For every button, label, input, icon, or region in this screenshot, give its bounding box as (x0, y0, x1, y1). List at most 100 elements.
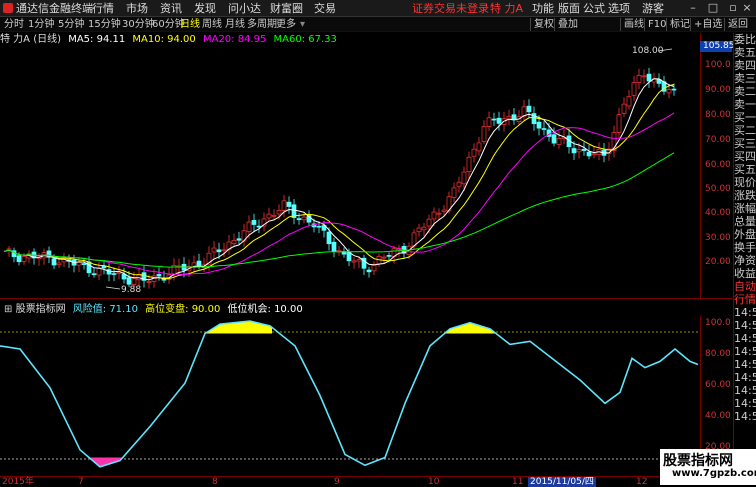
side-panel-item[interactable]: 14:56 (734, 332, 756, 345)
menu-wealth-circle[interactable]: 财富圈 (270, 1, 303, 16)
period-monthly[interactable]: 月线 (225, 17, 245, 32)
candlestick-chart[interactable]: 108.00 9.88 (0, 33, 700, 298)
candle-body (631, 82, 637, 96)
candle-body (441, 209, 447, 212)
candle-body (126, 277, 132, 285)
side-panel-item[interactable]: 14:56 (734, 358, 756, 371)
candle-body (271, 214, 277, 217)
adjust-price-button[interactable]: 复权 (530, 18, 554, 31)
quote-side-panel: 委比 卖五 卖四 卖三 卖二 卖一 买一 买二 买三 买四 买五 现价 涨跌 涨幅 总量 外盘 换手 净资 收益 自动… (733, 33, 756, 476)
side-panel-item[interactable]: 买一 (734, 111, 756, 124)
menu-market[interactable]: 市场 (126, 1, 148, 16)
side-panel-item[interactable]: 涨幅 (734, 202, 756, 215)
side-panel-item[interactable]: 净资 (734, 254, 756, 267)
period-multi[interactable]: 多周期 (247, 17, 277, 32)
menu-news[interactable]: 资讯 (160, 1, 182, 16)
menu-market-quotes[interactable]: 行情 (92, 1, 114, 16)
period-15min[interactable]: 15分钟 (88, 17, 121, 32)
side-panel-item[interactable]: 14:56 (734, 371, 756, 384)
draw-line-button[interactable]: 画线 (620, 18, 644, 31)
period-daily[interactable]: 日线 (180, 17, 200, 32)
maximize-icon[interactable]: □ (704, 0, 722, 16)
add-watchlist-button[interactable]: +自选 (690, 18, 722, 31)
candle-body (316, 225, 322, 228)
menu-options[interactable]: 选项 (608, 1, 630, 16)
side-panel-item[interactable]: 现价 (734, 176, 756, 189)
candle-body (466, 156, 472, 172)
side-panel-item[interactable]: 14:56 (734, 306, 756, 319)
watermark-url: www.7gpzb.com (672, 468, 756, 479)
risk-value-line (0, 320, 699, 468)
high-change-label: 高位变盘: 90.00 (145, 304, 221, 315)
menu-layout[interactable]: 版面 (558, 1, 580, 16)
menu-trade[interactable]: 交易 (314, 1, 336, 16)
side-panel-item[interactable]: 买四 (734, 150, 756, 163)
cursor-date-label: 2015/11/05/四 (528, 477, 596, 487)
candle-body (671, 88, 677, 91)
period-5min[interactable]: 5分钟 (58, 17, 84, 32)
indicator-tick: 100.0 (705, 318, 731, 328)
period-tick-chart[interactable]: 分时 (4, 17, 24, 32)
side-panel-item[interactable]: 卖四 (734, 59, 756, 72)
close-icon[interactable]: × (738, 0, 756, 16)
menu-ask-xiaoda[interactable]: 问小达 (228, 1, 261, 16)
f10-button[interactable]: F10 (644, 18, 666, 31)
side-panel-item[interactable]: 买五 (734, 163, 756, 176)
side-panel-item[interactable]: 14:56 (734, 397, 756, 410)
period-weekly[interactable]: 周线 (202, 17, 222, 32)
side-panel-item[interactable]: 行情 (734, 293, 756, 306)
minimize-icon[interactable]: – (684, 0, 702, 16)
candle-body (591, 153, 597, 156)
candle-body (116, 271, 122, 274)
side-panel-item[interactable]: 委比 (734, 33, 756, 46)
side-panel-item[interactable]: 外盘 (734, 228, 756, 241)
candle-body (426, 218, 432, 227)
side-panel-item[interactable]: 卖三 (734, 72, 756, 85)
side-panel-item[interactable]: 卖二 (734, 85, 756, 98)
side-panel-item[interactable]: 14:56 (734, 410, 756, 423)
indicator-chart[interactable] (0, 316, 700, 476)
side-panel-item[interactable]: 自动 (734, 280, 756, 293)
side-panel-item[interactable]: 14:56 (734, 384, 756, 397)
candle-body (526, 105, 532, 113)
side-panel-item[interactable]: 14:56 (734, 319, 756, 332)
candle-body (351, 260, 357, 263)
menu-formula[interactable]: 公式 (583, 1, 605, 16)
user-label[interactable]: 游客 (642, 1, 664, 16)
period-30min[interactable]: 30分钟 (122, 17, 155, 32)
side-panel-item[interactable]: 买三 (734, 137, 756, 150)
candle-body (16, 255, 22, 263)
indicator-collapse-icon[interactable]: ⊞ (4, 304, 12, 315)
side-panel-item[interactable]: 卖五 (734, 46, 756, 59)
candle-body (76, 261, 82, 266)
candle-body (456, 181, 462, 187)
price-tick: 40.00 (705, 208, 731, 218)
indicator-tick: 40.00 (705, 411, 731, 421)
period-1min[interactable]: 1分钟 (28, 17, 54, 32)
candle-body (146, 280, 152, 283)
menu-discover[interactable]: 发现 (194, 1, 216, 16)
candle-body (616, 114, 622, 133)
chevron-down-icon[interactable]: ▾ (300, 17, 305, 32)
candle-body (411, 232, 417, 247)
candle-body (101, 265, 107, 269)
candle-body (211, 247, 217, 253)
side-panel-item[interactable]: 换手 (734, 241, 756, 254)
period-more[interactable]: 更多 (276, 17, 296, 32)
menu-functions[interactable]: 功能 (532, 1, 554, 16)
side-panel-item[interactable]: 涨跌 (734, 189, 756, 202)
side-panel-item[interactable]: 收益 (734, 267, 756, 280)
price-tick: 60.00 (705, 160, 731, 170)
back-button[interactable]: 返回 (724, 18, 748, 31)
overlay-button[interactable]: 叠加 (554, 18, 578, 31)
side-panel-item[interactable]: 卖一 (734, 98, 756, 111)
login-status-alert[interactable]: 证券交易未登录 (412, 1, 489, 16)
side-panel-item[interactable]: 14:56 (734, 345, 756, 358)
candle-body (461, 171, 467, 185)
time-label-jul: 7 (78, 477, 84, 487)
candle-body (666, 89, 672, 94)
mark-button[interactable]: 标记 (666, 18, 690, 31)
candle-body (576, 149, 582, 153)
side-panel-item[interactable]: 买二 (734, 124, 756, 137)
side-panel-item[interactable]: 总量 (734, 215, 756, 228)
